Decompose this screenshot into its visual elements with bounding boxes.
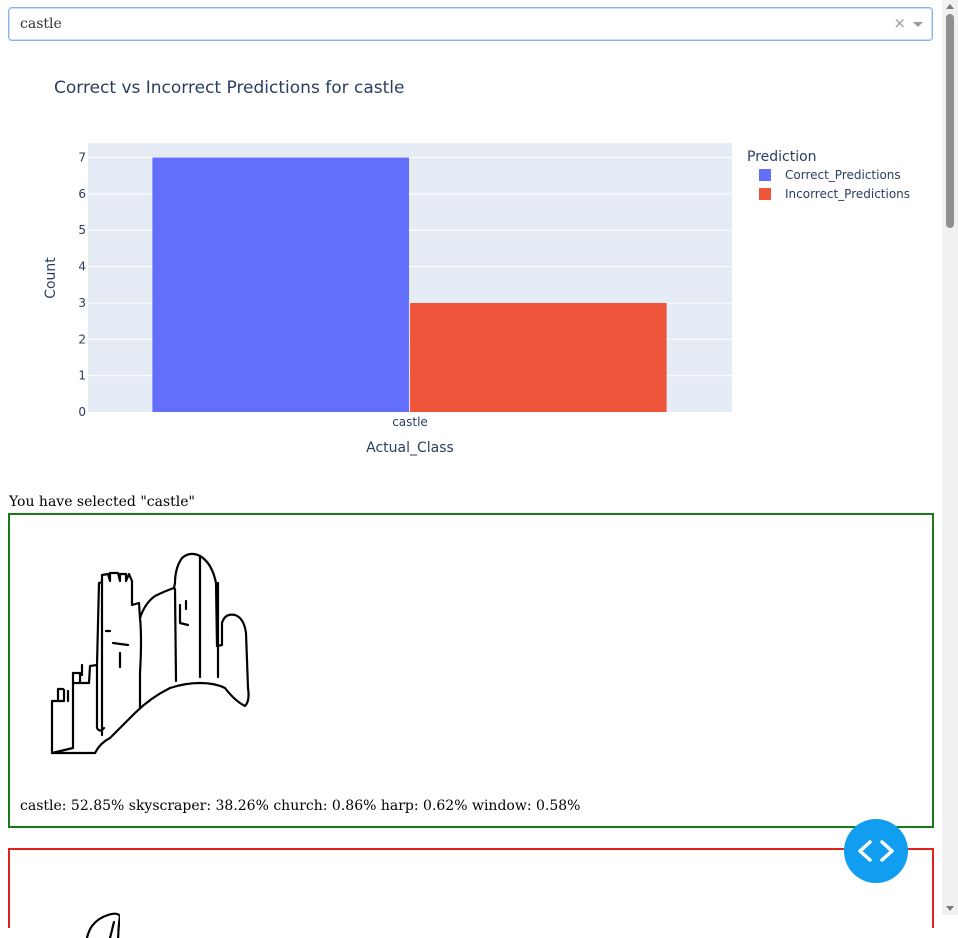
correct-prediction-card: castle: 52.85% skyscraper: 38.26% church… bbox=[8, 513, 934, 828]
class-dropdown[interactable]: castle × bbox=[8, 7, 933, 41]
y-tick-label: 7 bbox=[78, 151, 86, 165]
y-tick-label: 4 bbox=[78, 260, 86, 274]
castle-sketch-image bbox=[50, 552, 250, 755]
legend-item-label[interactable]: Correct_Predictions bbox=[785, 168, 901, 182]
scrollbar-thumb[interactable] bbox=[946, 14, 954, 228]
prediction-scores: castle: 52.85% skyscraper: 38.26% church… bbox=[20, 798, 581, 814]
scroll-up-icon[interactable] bbox=[946, 4, 954, 9]
prediction-chart: 0 1 2 3 4 5 6 7 castle Correct vs Incorrect Pre… bbox=[0, 55, 940, 475]
sketch-image-partial bbox=[85, 912, 120, 938]
legend-swatch[interactable] bbox=[759, 188, 771, 200]
legend-item-label[interactable]: Incorrect_Predictions bbox=[785, 187, 910, 201]
y-axis-label: Count bbox=[43, 257, 59, 299]
x-axis-label: Actual_Class bbox=[366, 440, 454, 456]
y-tick-label: 0 bbox=[78, 405, 86, 419]
x-tick-label: castle bbox=[392, 415, 428, 429]
bar-incorrect-predictions[interactable] bbox=[410, 302, 667, 412]
chevron-down-icon[interactable] bbox=[913, 22, 923, 27]
page-scrollbar[interactable] bbox=[942, 0, 958, 915]
scroll-down-icon[interactable] bbox=[946, 906, 954, 911]
y-tick-label: 3 bbox=[78, 296, 86, 310]
incorrect-prediction-card bbox=[8, 848, 934, 938]
y-tick-label: 1 bbox=[78, 369, 86, 383]
dropdown-value: castle bbox=[20, 16, 62, 32]
bar-correct-predictions[interactable] bbox=[152, 157, 409, 412]
legend: Prediction Correct_Predictions Incorrect_… bbox=[747, 149, 910, 201]
y-tick-label: 2 bbox=[78, 332, 86, 346]
code-toggle-button[interactable] bbox=[844, 819, 908, 883]
clear-icon[interactable]: × bbox=[893, 14, 906, 32]
y-tick-label: 5 bbox=[78, 223, 86, 237]
bar-chart-svg: 0 1 2 3 4 5 6 7 castle Correct vs Incorrect Pre… bbox=[43, 78, 910, 456]
code-brackets-icon bbox=[858, 840, 894, 862]
chart-title: Correct vs Incorrect Predictions for cas… bbox=[54, 78, 404, 98]
legend-swatch[interactable] bbox=[759, 169, 771, 181]
selected-class-text: You have selected "castle" bbox=[9, 494, 195, 510]
y-tick-label: 6 bbox=[78, 187, 86, 201]
legend-title: Prediction bbox=[747, 149, 817, 165]
